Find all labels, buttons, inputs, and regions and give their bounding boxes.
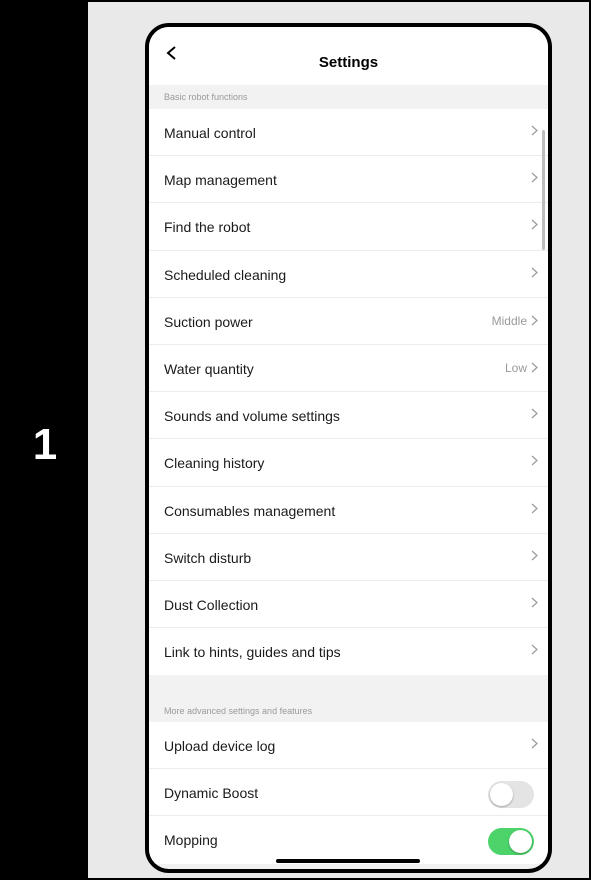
settings-item-label: Mopping bbox=[164, 832, 218, 849]
settings-item-scheduled-cleaning[interactable]: Scheduled cleaning bbox=[149, 251, 548, 298]
page-title: Settings bbox=[318, 54, 379, 71]
toggle-knob bbox=[509, 830, 532, 854]
settings-item-dynamic-boost: Dynamic Boost bbox=[149, 769, 548, 817]
chevron-right-icon bbox=[531, 172, 538, 183]
step-column: 1 bbox=[2, 2, 88, 878]
section-header-basic: Basic robot functions bbox=[149, 85, 548, 109]
phone-screen: Settings Basic robot functions Manual co… bbox=[145, 23, 552, 873]
chevron-right-icon bbox=[531, 125, 538, 136]
chevron-right-icon bbox=[531, 267, 538, 278]
settings-item-switch-disturb[interactable]: Switch disturb bbox=[149, 534, 548, 581]
chevron-right-icon bbox=[531, 503, 538, 514]
dynamic-boost-toggle[interactable] bbox=[488, 781, 534, 809]
settings-list-advanced: Upload device log Dynamic Boost Mopping bbox=[149, 722, 548, 864]
settings-item-label: Map management bbox=[164, 172, 277, 189]
settings-item-label: Sounds and volume settings bbox=[164, 408, 340, 425]
settings-item-label: Cleaning history bbox=[164, 455, 265, 472]
chevron-right-icon bbox=[531, 550, 538, 561]
settings-item-sounds-volume[interactable]: Sounds and volume settings bbox=[149, 392, 548, 440]
chevron-right-icon bbox=[531, 219, 538, 230]
chevron-right-icon bbox=[531, 315, 538, 326]
settings-item-map-management[interactable]: Map management bbox=[149, 156, 548, 204]
settings-item-find-the-robot[interactable]: Find the robot bbox=[149, 203, 548, 251]
toggle-knob bbox=[490, 783, 513, 807]
scrollbar[interactable] bbox=[542, 130, 545, 250]
mopping-toggle[interactable] bbox=[488, 828, 534, 856]
navigation-bar: Settings bbox=[149, 27, 548, 85]
settings-list-basic: Manual control Map management Find the r… bbox=[149, 109, 548, 676]
chevron-right-icon bbox=[531, 362, 538, 373]
chevron-right-icon bbox=[531, 738, 538, 749]
settings-item-label: Consumables management bbox=[164, 502, 336, 519]
settings-item-suction-power[interactable]: Suction power Middle bbox=[149, 298, 548, 345]
settings-item-water-quantity[interactable]: Water quantity Low bbox=[149, 345, 548, 393]
settings-item-cleaning-history[interactable]: Cleaning history bbox=[149, 439, 548, 487]
settings-item-dust-collection[interactable]: Dust Collection bbox=[149, 581, 548, 629]
settings-item-manual-control[interactable]: Manual control bbox=[149, 109, 548, 157]
settings-item-upload-device-log[interactable]: Upload device log bbox=[149, 722, 548, 770]
home-indicator[interactable] bbox=[276, 859, 420, 863]
settings-item-label: Manual control bbox=[164, 125, 256, 141]
section-header-advanced: More advanced settings and features bbox=[149, 696, 548, 722]
settings-item-mopping: Mopping bbox=[149, 816, 548, 863]
settings-item-label: Suction power bbox=[164, 313, 253, 330]
chevron-right-icon bbox=[531, 644, 538, 655]
settings-item-label: Switch disturb bbox=[164, 549, 252, 566]
settings-item-label: Scheduled cleaning bbox=[164, 266, 287, 283]
settings-item-label: Upload device log bbox=[164, 738, 276, 754]
settings-item-label: Dynamic Boost bbox=[164, 785, 259, 802]
settings-item-hints-guides-tips[interactable]: Link to hints, guides and tips bbox=[149, 628, 548, 675]
chevron-right-icon bbox=[531, 408, 538, 419]
settings-item-label: Water quantity bbox=[164, 360, 254, 377]
settings-item-label: Dust Collection bbox=[164, 596, 259, 613]
settings-item-label: Link to hints, guides and tips bbox=[164, 644, 341, 661]
chevron-right-icon bbox=[531, 597, 538, 608]
chevron-right-icon bbox=[531, 455, 538, 466]
settings-item-value: Low bbox=[504, 360, 527, 375]
settings-item-consumables[interactable]: Consumables management bbox=[149, 487, 548, 534]
settings-item-value: Middle bbox=[491, 313, 527, 328]
settings-item-label: Find the robot bbox=[164, 219, 251, 236]
instruction-frame: 1 Settings Basic robot functions Manual … bbox=[0, 0, 591, 880]
step-number: 1 bbox=[32, 420, 58, 469]
